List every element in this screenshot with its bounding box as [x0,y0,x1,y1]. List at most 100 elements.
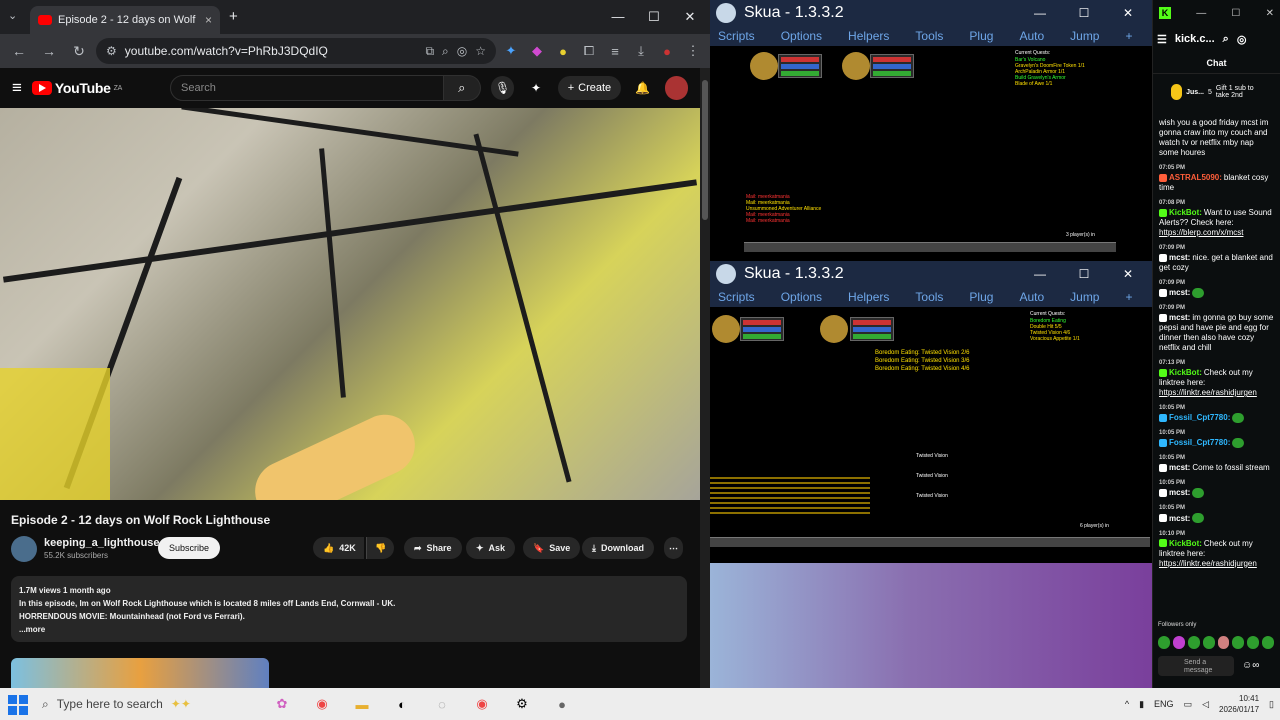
emote-icon[interactable] [1158,636,1170,649]
message-link[interactable]: https://linktr.ee/rashidjurgen [1159,559,1257,568]
menu-scripts[interactable]: Scripts [718,290,755,304]
eye-off-icon[interactable]: ◎ [1237,33,1247,46]
clock[interactable]: 10:41 2026/01/17 [1219,693,1259,715]
emote-icon[interactable] [1217,636,1230,649]
dislike-button[interactable]: 👎 [366,537,395,559]
message-username[interactable]: Fossil_Cpt7780: [1169,413,1230,422]
menu-jump[interactable]: Jump [1070,290,1099,304]
minimize-button[interactable]: — [1196,8,1206,19]
maximize-button[interactable]: ☐ [1066,6,1102,20]
back-icon[interactable]: ← [6,43,32,59]
menu-helpers[interactable]: Helpers [848,290,889,304]
message-username[interactable]: mcst: [1169,313,1190,322]
hamburger-menu-icon[interactable]: ≡ [12,78,22,98]
menu-plug[interactable]: Plug [969,29,993,43]
message-username[interactable]: mcst: [1169,253,1190,262]
game-viewport[interactable]: Current Quests: Bar's Volcano Gravelyn's… [710,46,1152,260]
player-portrait[interactable] [750,52,778,80]
forward-icon[interactable]: → [36,43,62,59]
file-explorer-icon[interactable]: ▬ [350,694,374,714]
menu-plug[interactable]: Plug [969,290,993,304]
message-link[interactable]: https://blerp.com/x/mcst [1159,228,1243,237]
message-username[interactable]: mcst: [1169,463,1190,472]
copilot-icon[interactable]: ✿ [270,694,294,714]
emote-bar[interactable] [1158,636,1274,650]
message-username[interactable]: ASTRAL5090: [1169,173,1222,182]
eye-off-icon[interactable]: ◎ [457,44,467,58]
install-icon[interactable]: ⧉ [425,44,434,59]
emote-icon[interactable] [1172,636,1185,649]
target-portrait[interactable] [842,52,870,80]
video-player[interactable] [0,108,700,500]
channel-avatar[interactable] [11,536,37,562]
media-icon[interactable]: ≡ [604,44,626,59]
chrome-icon[interactable]: ◉ [310,694,334,714]
message-username[interactable]: KickBot: [1169,539,1202,548]
item-drop[interactable]: Twisted Vision [916,453,948,459]
message-link[interactable]: https://linktr.ee/rashidjurgen [1159,388,1257,397]
network-icon[interactable]: ▭ [1184,699,1193,710]
menu-scripts[interactable]: Scripts [718,29,755,43]
message-username[interactable]: mcst: [1169,514,1190,523]
new-tab-button[interactable]: + [229,8,238,25]
minimize-button[interactable]: — [1022,6,1058,20]
menu-helpers[interactable]: Helpers [848,29,889,43]
message-username[interactable]: KickBot: [1169,208,1202,217]
gift-leaderboard[interactable]: Jus... 5 Gift 1 sub to take 2nd [1153,74,1280,110]
menu-auto[interactable]: Auto [1019,29,1044,43]
volume-icon[interactable]: ◁ [1202,699,1209,710]
minimize-button[interactable]: — [600,9,636,25]
maximize-button[interactable]: ☐ [1066,267,1102,281]
zoom-icon[interactable]: ⌕ [442,44,449,59]
related-video-thumbnail[interactable] [11,658,269,688]
video-description[interactable]: 1.7M views 1 month ago In this episode, … [11,576,687,642]
close-button[interactable]: ✕ [1110,6,1146,20]
reload-icon[interactable]: ↻ [66,43,92,60]
browser-tab[interactable]: Episode 2 - 12 days on Wolf Rock Lightho… [30,6,220,34]
menu-auto[interactable]: Auto [1019,290,1044,304]
menu-tools[interactable]: Tools [915,290,943,304]
maximize-button[interactable]: ☐ [636,9,672,25]
channel-name[interactable]: keeping_a_lighthouse [44,537,160,549]
emote-icon[interactable] [1187,636,1200,649]
menu-add[interactable]: + [1125,29,1132,43]
message-username[interactable]: Fossil_Cpt7780: [1169,438,1230,447]
item-drop[interactable]: Twisted Vision [916,473,948,479]
youtube-logo[interactable]: YouTube ZA [31,80,122,96]
menu-options[interactable]: Options [781,290,822,304]
game-hotbar[interactable] [710,537,1150,547]
message-username[interactable]: mcst: [1169,488,1190,497]
chat-message-input[interactable]: Send a message [1158,656,1234,676]
bookmark-star-icon[interactable]: ☆ [475,44,486,58]
emote-icon[interactable] [1262,636,1274,649]
settings-gear-icon[interactable]: ⚙ [510,694,534,714]
extension-icon[interactable]: ● [552,44,574,59]
extension-icon[interactable]: ✦ [500,43,522,59]
message-username[interactable]: KickBot: [1169,368,1202,377]
menu-options[interactable]: Options [781,29,822,43]
app-icon[interactable]: ◐ [390,694,414,714]
site-info-icon[interactable]: ⚙ [106,44,117,58]
search-input[interactable]: Search [170,75,444,101]
settings-sliders-icon[interactable]: ☰ [1157,33,1167,46]
close-button[interactable]: ✕ [1266,8,1274,19]
language-indicator[interactable]: ENG [1154,699,1174,709]
emote-icon[interactable] [1232,636,1245,649]
share-button[interactable]: ➦ Share [404,537,462,559]
extensions-puzzle-icon[interactable]: ⧠ [578,43,600,59]
game-hotbar[interactable] [744,242,1116,252]
start-button[interactable] [6,693,28,715]
menu-jump[interactable]: Jump [1070,29,1099,43]
item-drop[interactable]: Twisted Vision [916,493,948,499]
message-username[interactable]: mcst: [1169,288,1190,297]
emote-icon[interactable] [1247,636,1260,649]
menu-tools[interactable]: Tools [915,29,943,43]
player-portrait[interactable] [712,315,740,343]
address-bar[interactable]: ⚙ youtube.com/watch?v=PhRbJ3DQdIQ ⧉ ⌕ ◎ … [96,38,496,64]
save-button[interactable]: 🔖 Save [523,537,581,559]
show-more-link[interactable]: ...more [19,623,679,636]
like-button[interactable]: 👍 42K [313,537,364,559]
microphone-icon[interactable]: ▮ [1139,699,1144,710]
channel-url[interactable]: kick.c... [1175,33,1215,45]
close-button[interactable]: ✕ [672,9,708,25]
